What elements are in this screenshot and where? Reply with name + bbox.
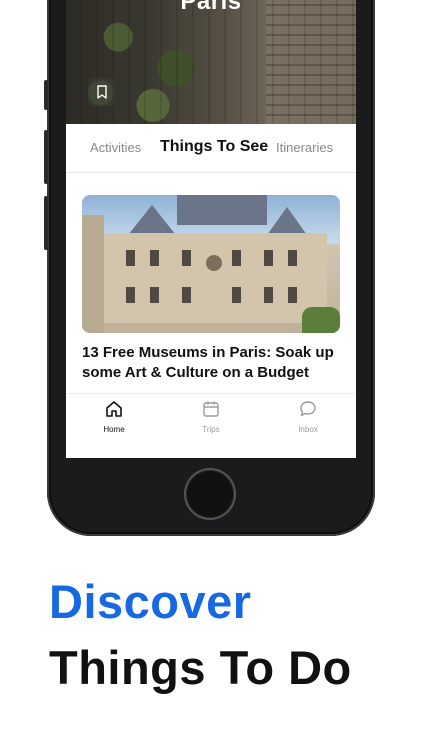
- mute-switch: [44, 80, 48, 110]
- phone-home-button: [186, 470, 234, 518]
- bookmark-button[interactable]: [88, 78, 116, 106]
- home-icon: [106, 401, 122, 417]
- article-title[interactable]: 13 Free Museums in Paris: Soak up some A…: [82, 343, 344, 383]
- bookmark-icon: [97, 85, 107, 99]
- article-image[interactable]: [82, 195, 340, 333]
- tabbar-item-home[interactable]: Home: [84, 400, 144, 434]
- headline-things-to-do: Things To Do: [49, 641, 352, 694]
- volume-up-button: [44, 130, 48, 184]
- tabbar-label-trips: Trips: [202, 425, 220, 434]
- tabbar-item-inbox[interactable]: Inbox: [278, 400, 338, 434]
- tab-activities[interactable]: Activities: [90, 140, 141, 155]
- tabbar-item-trips[interactable]: Trips: [181, 400, 241, 434]
- tabbar-label-inbox: Inbox: [298, 425, 318, 434]
- chat-bubble-icon: [300, 401, 316, 417]
- hero-title: Paris: [180, 0, 242, 15]
- hero-image: Paris: [66, 0, 356, 124]
- headline-discover: Discover: [49, 575, 252, 628]
- hero-building: [266, 0, 356, 124]
- volume-down-button: [44, 196, 48, 250]
- phone-screen: Paris Activities Things To See Itinerari…: [66, 0, 356, 458]
- category-tabs: Activities Things To See Itineraries: [66, 124, 356, 173]
- tabbar-label-home: Home: [103, 425, 125, 434]
- tab-things-to-see[interactable]: Things To See: [160, 138, 268, 156]
- bottom-tab-bar: Home Trips Inbox: [66, 393, 356, 458]
- calendar-icon: [203, 401, 219, 417]
- tab-itineraries[interactable]: Itineraries: [276, 140, 333, 155]
